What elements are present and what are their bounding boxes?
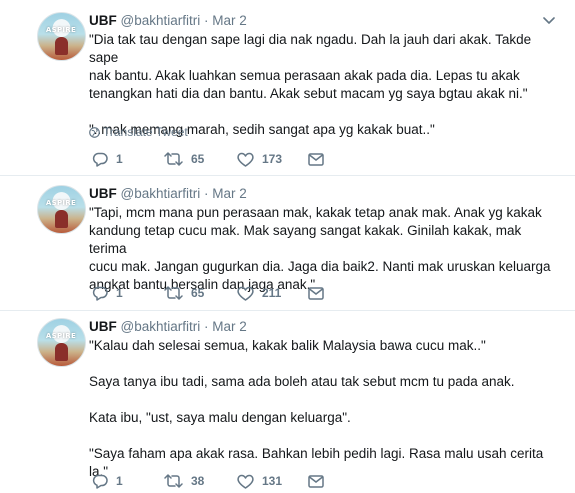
like-count: 211 [262,286,282,300]
reply-count: 1 [116,286,123,300]
avatar-figure [55,210,68,228]
separator: · [204,13,209,28]
avatar-figure [55,37,68,55]
tweet-header: UBF @bakhtiarfitri · Mar 2 [89,12,555,30]
user-handle[interactable]: @bakhtiarfitri [121,319,201,334]
like-button[interactable]: 131 [237,473,282,489]
like-count: 131 [262,474,283,488]
reply-button[interactable]: 1 [92,473,123,489]
retweet-icon [164,152,183,166]
display-name[interactable]: UBF [89,186,117,201]
reply-icon [92,286,108,301]
retweet-count: 38 [191,474,205,488]
reply-button[interactable]: 1 [92,285,123,301]
direct-message-button[interactable] [308,473,324,489]
divider [0,310,575,311]
tweet-date[interactable]: Mar 2 [212,186,247,201]
heart-icon [237,286,254,301]
direct-message-button[interactable] [308,285,324,301]
avatar[interactable]: ASPIRE [37,185,86,234]
avatar[interactable]: ASPIRE [37,12,86,61]
avatar-text: ASPIRE [45,332,77,340]
direct-message-button[interactable] [308,151,324,167]
reply-icon [92,474,108,489]
translate-tweet-link[interactable]: Translate Tweet [89,125,188,139]
envelope-icon [308,152,324,166]
tweet-actions: 1 65 173 [92,151,352,167]
retweet-count: 65 [191,286,205,300]
like-button[interactable]: 211 [237,285,281,301]
reply-button[interactable]: 1 [92,151,123,167]
separator: · [204,186,209,201]
tweet-thread: ASPIRE UBF @bakhtiarfitri · Mar 2 "Dia t… [0,0,575,493]
envelope-icon [308,286,324,300]
retweet-count: 65 [191,152,205,166]
heart-icon [237,152,254,167]
avatar-text: ASPIRE [45,199,77,207]
retweet-button[interactable]: 65 [164,151,204,167]
tweet[interactable]: ASPIRE UBF @bakhtiarfitri · Mar 2 "Kalau… [0,318,575,490]
tweet-text: "Tapi, mcm mana pun perasaan mak, kakak … [89,205,551,292]
user-handle[interactable]: @bakhtiarfitri [121,13,201,28]
like-button[interactable]: 173 [237,151,282,167]
tweet-text: "Dia tak tau dengan sape lagi dia nak ng… [89,32,532,137]
reply-icon [92,152,108,167]
divider [0,175,575,176]
retweet-button[interactable]: 38 [164,473,204,489]
reply-count: 1 [116,474,123,488]
tweet-actions: 1 65 211 [92,285,352,301]
user-handle[interactable]: @bakhtiarfitri [121,186,201,201]
display-name[interactable]: UBF [89,13,117,28]
globe-icon [89,127,100,138]
avatar[interactable]: ASPIRE [37,318,86,367]
retweet-icon [164,286,183,300]
display-name[interactable]: UBF [89,319,117,334]
avatar-figure [55,343,68,361]
separator: · [204,319,209,334]
envelope-icon [308,474,324,488]
tweet-actions: 1 38 131 [92,473,352,489]
like-count: 173 [262,152,283,166]
tweet-text: "Kalau dah selesai semua, kakak balik Ma… [89,338,544,479]
tweet-date[interactable]: Mar 2 [212,13,247,28]
tweet-header: UBF @bakhtiarfitri · Mar 2 [89,318,555,336]
heart-icon [237,474,254,489]
tweet[interactable]: ASPIRE UBF @bakhtiarfitri · Mar 2 "Tapi,… [0,185,575,305]
tweet-date[interactable]: Mar 2 [212,319,247,334]
chevron-down-icon[interactable] [543,17,555,25]
translate-label: Translate Tweet [103,125,188,139]
tweet-header: UBF @bakhtiarfitri · Mar 2 [89,185,555,203]
reply-count: 1 [116,152,123,166]
tweet[interactable]: ASPIRE UBF @bakhtiarfitri · Mar 2 "Dia t… [0,12,575,174]
avatar-text: ASPIRE [45,26,77,34]
retweet-button[interactable]: 65 [164,285,204,301]
retweet-icon [164,474,183,488]
